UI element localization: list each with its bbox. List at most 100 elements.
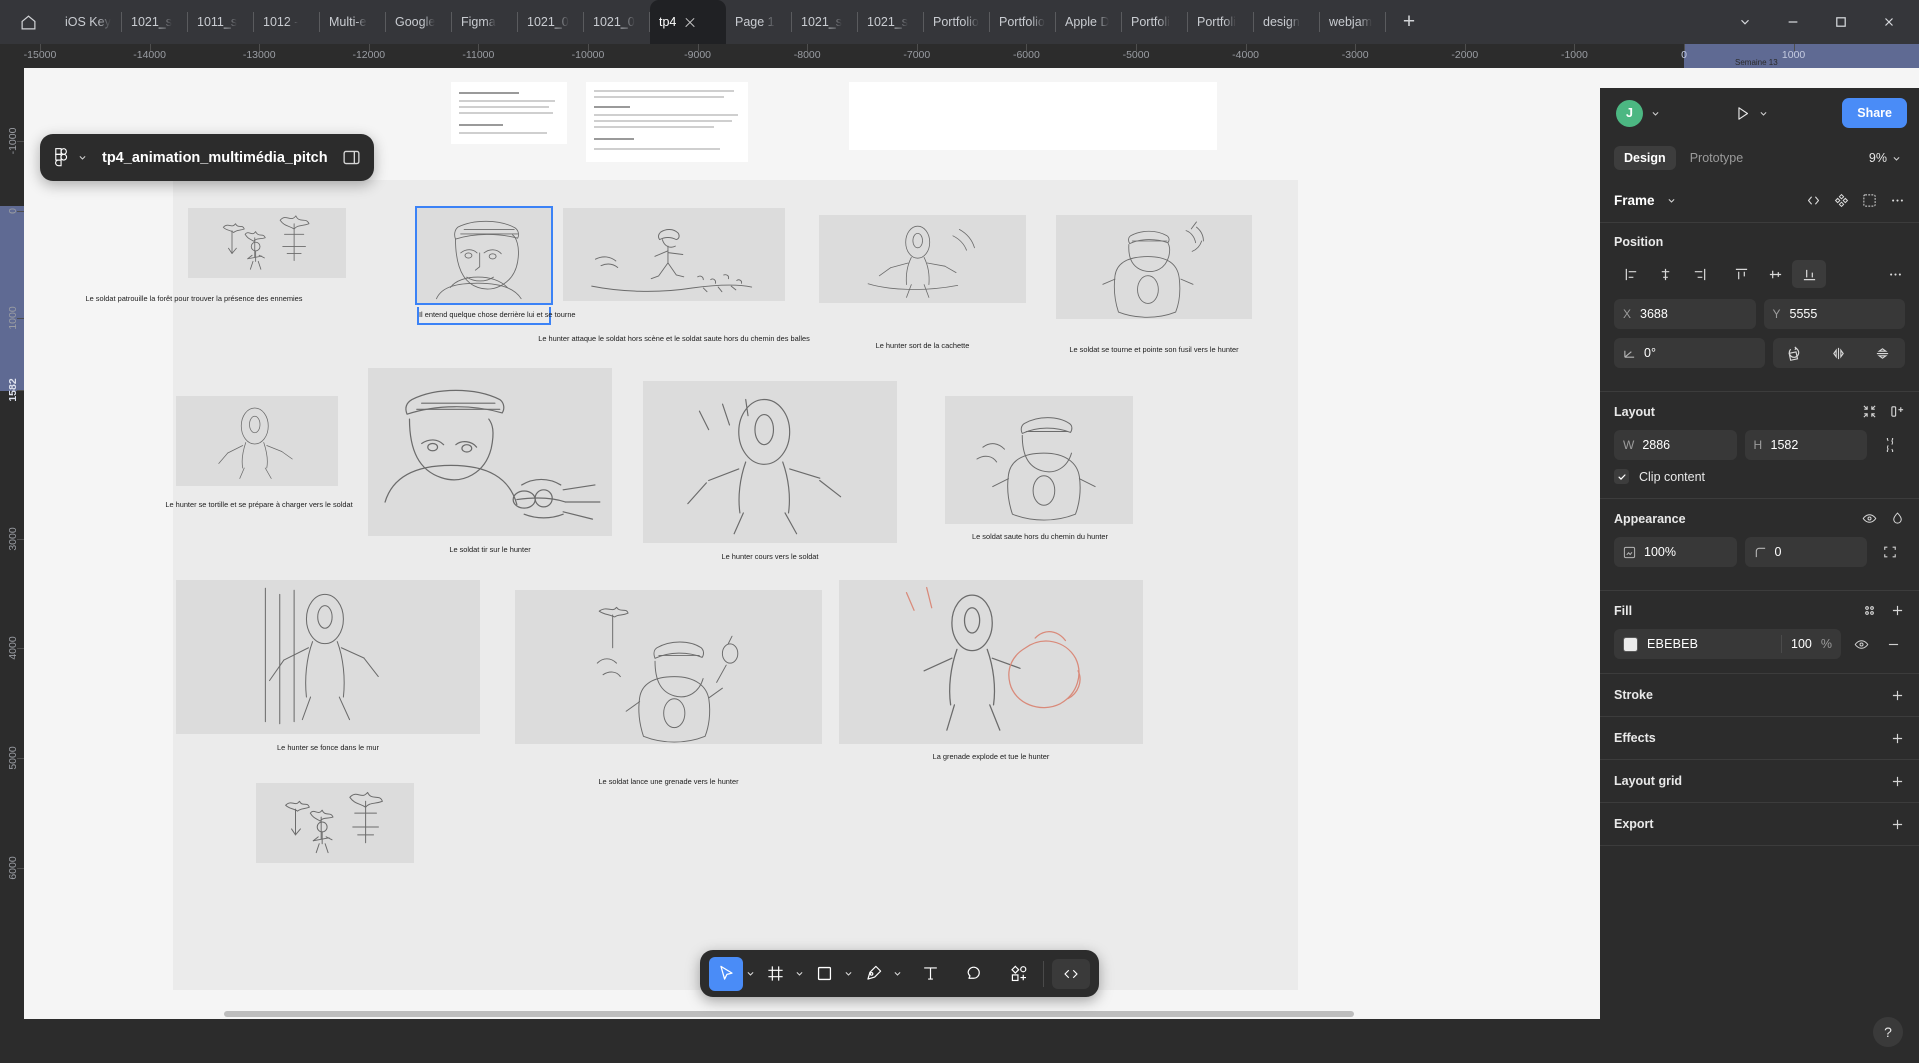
rotate-icon[interactable] xyxy=(1773,339,1817,367)
flip-vertical-icon[interactable] xyxy=(1861,339,1905,367)
blend-mode-icon[interactable] xyxy=(1890,511,1905,526)
new-tab-button[interactable]: + xyxy=(1386,0,1432,44)
styles-icon[interactable] xyxy=(1862,603,1877,618)
doc-thumbnail[interactable] xyxy=(451,82,567,144)
canvas-horizontal-scrollbar[interactable] xyxy=(224,1011,1354,1017)
width-field[interactable]: W 2886 xyxy=(1614,430,1737,460)
storyboard-cell[interactable]: La grenade explode et tue le hunter xyxy=(839,580,1143,770)
actions-tool[interactable] xyxy=(1001,957,1035,991)
tab-design[interactable]: Design xyxy=(1614,146,1676,170)
frame-tool[interactable] xyxy=(758,957,792,991)
move-tool[interactable] xyxy=(709,956,743,991)
dev-mode-toggle[interactable] xyxy=(1052,958,1090,989)
maximize-icon[interactable] xyxy=(1817,0,1865,44)
add-icon[interactable] xyxy=(1890,817,1905,832)
section-stroke[interactable]: Stroke xyxy=(1600,674,1919,716)
add-icon[interactable] xyxy=(1890,731,1905,746)
browser-tab[interactable]: 1021_s xyxy=(792,0,858,44)
minimize-icon[interactable] xyxy=(1769,0,1817,44)
zoom-caret-icon[interactable] xyxy=(1892,154,1901,163)
zoom-control[interactable]: 9% xyxy=(1869,151,1905,165)
storyboard-cell[interactable]: Le soldat lance une grenade vers le hunt… xyxy=(515,590,822,795)
align-top-icon[interactable] xyxy=(1724,260,1758,288)
tab-prototype[interactable]: Prototype xyxy=(1680,146,1754,170)
storyboard-cell[interactable]: Le hunter sort de la cachette xyxy=(819,215,1026,359)
add-icon[interactable] xyxy=(1890,774,1905,789)
browser-tab[interactable]: 1021_0 xyxy=(584,0,650,44)
alignment-more-icon[interactable] xyxy=(1888,267,1905,282)
section-effects[interactable]: Effects xyxy=(1600,717,1919,759)
figma-logo-icon[interactable] xyxy=(54,148,69,167)
share-button[interactable]: Share xyxy=(1842,98,1907,128)
align-center-v-icon[interactable] xyxy=(1758,260,1792,288)
storyboard-cell[interactable]: Le hunter se tortille et se prépare à ch… xyxy=(165,396,353,518)
storyboard-cell[interactable]: Le hunter se fonce dans le mur xyxy=(176,580,480,761)
avatar-caret-icon[interactable] xyxy=(1651,109,1660,118)
browser-tab[interactable]: 1021_0 xyxy=(518,0,584,44)
browser-tab[interactable]: 1012 - xyxy=(254,0,320,44)
browser-tab[interactable]: design xyxy=(1254,0,1320,44)
close-icon[interactable] xyxy=(1865,0,1913,44)
y-field[interactable]: Y 5555 xyxy=(1763,299,1905,329)
avatar[interactable]: J xyxy=(1616,99,1643,127)
fill-visibility-icon[interactable] xyxy=(1849,629,1873,659)
add-auto-layout-icon[interactable] xyxy=(1890,404,1905,419)
move-tool-caret-icon[interactable] xyxy=(743,957,758,991)
browser-tab[interactable]: Google xyxy=(386,0,452,44)
storyboard-cell[interactable]: Il entend quelque chose derrière lui et … xyxy=(415,206,576,325)
help-button[interactable]: ? xyxy=(1873,1017,1903,1047)
add-icon[interactable] xyxy=(1890,688,1905,703)
present-caret-icon[interactable] xyxy=(1759,109,1768,118)
doc-thumbnail[interactable] xyxy=(586,82,748,162)
text-tool[interactable] xyxy=(913,957,947,991)
selection-caret-icon[interactable] xyxy=(1667,196,1676,205)
resize-to-fit-icon[interactable] xyxy=(1862,404,1877,419)
align-bottom-icon[interactable] xyxy=(1792,260,1826,288)
browser-tab[interactable]: Portfolio xyxy=(924,0,990,44)
corner-radius-field[interactable]: 0 xyxy=(1744,537,1867,567)
storyboard-cell[interactable]: Le hunter attaque le soldat hors scène e… xyxy=(538,208,810,352)
browser-tab[interactable]: tp4 xyxy=(650,0,726,44)
storyboard-cell[interactable]: Le hunter cours vers le soldat xyxy=(643,381,897,570)
section-export[interactable]: Export xyxy=(1600,803,1919,845)
section-layout-grid[interactable]: Layout grid xyxy=(1600,760,1919,802)
fill-value-field[interactable]: EBEBEB 100 % xyxy=(1614,629,1841,659)
clip-content-checkbox[interactable] xyxy=(1614,469,1629,484)
flip-horizontal-icon[interactable] xyxy=(1817,339,1861,367)
storyboard-cell[interactable]: Le soldat saute hors du chemin du hunter xyxy=(945,396,1133,550)
detach-icon[interactable] xyxy=(1862,193,1877,208)
horizontal-ruler[interactable]: -15000 -14000 -13000 -12000 -11000 -10000 -900… xyxy=(0,44,1919,68)
browser-tab[interactable]: Multi-e xyxy=(320,0,386,44)
pen-tool-caret-icon[interactable] xyxy=(890,957,905,991)
height-field[interactable]: H 1582 xyxy=(1744,430,1867,460)
close-icon[interactable] xyxy=(682,14,698,30)
shape-tool-caret-icon[interactable] xyxy=(841,957,856,991)
browser-tab[interactable]: 1021_s xyxy=(858,0,924,44)
browser-tab[interactable]: 1011_s xyxy=(188,0,254,44)
browser-tab[interactable]: 1021_s xyxy=(122,0,188,44)
browser-tab[interactable]: Figma xyxy=(452,0,518,44)
vertical-ruler[interactable]: -1000 0 1000 1582 3000 4000 5000 6000 xyxy=(0,68,24,1019)
clip-content-row[interactable]: Clip content xyxy=(1614,469,1905,484)
present-button[interactable] xyxy=(1734,105,1751,122)
browser-tab[interactable]: Apple D xyxy=(1056,0,1122,44)
storyboard-cell[interactable]: Le soldat tir sur le hunter xyxy=(368,368,612,563)
code-icon[interactable] xyxy=(1806,193,1821,208)
component-icon[interactable] xyxy=(1834,193,1849,208)
comment-tool[interactable] xyxy=(957,957,991,991)
doc-thumbnail[interactable] xyxy=(849,82,1217,150)
chevron-down-icon[interactable] xyxy=(1721,0,1769,44)
align-right-icon[interactable] xyxy=(1682,260,1716,288)
fill-swatch[interactable] xyxy=(1623,636,1638,652)
add-fill-icon[interactable] xyxy=(1890,603,1905,618)
pen-tool[interactable] xyxy=(856,957,890,991)
storyboard-cell[interactable]: Le soldat se tourne et pointe son fusil … xyxy=(1056,215,1252,363)
rotation-field[interactable]: 0° xyxy=(1614,338,1765,368)
browser-tab[interactable]: Page 1 xyxy=(726,0,792,44)
browser-tab[interactable]: Portfolio xyxy=(990,0,1056,44)
storyboard-cell[interactable] xyxy=(256,783,414,863)
browser-tab[interactable]: Portfoli xyxy=(1122,0,1188,44)
shape-tool[interactable] xyxy=(807,957,841,991)
independent-corners-icon[interactable] xyxy=(1875,537,1905,567)
toggle-sidebar-icon[interactable] xyxy=(343,149,360,166)
